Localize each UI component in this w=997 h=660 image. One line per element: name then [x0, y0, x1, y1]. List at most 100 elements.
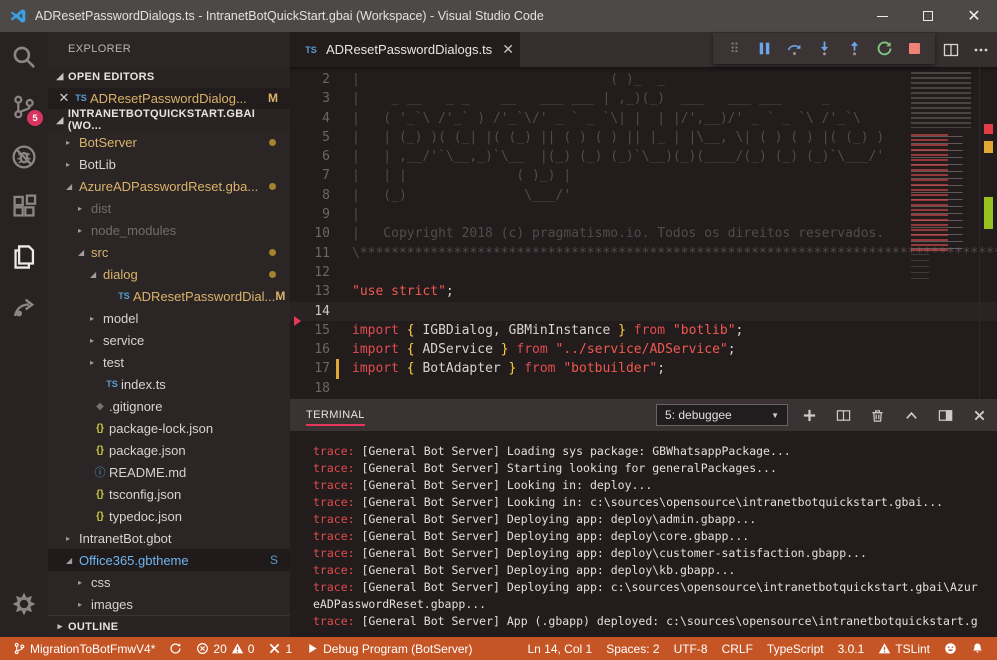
indentation-item[interactable]: Spaces: 2 — [599, 642, 666, 656]
tslint-item[interactable]: TSLint — [871, 642, 937, 656]
workspace-root-header[interactable]: ◢ INTRANETBOTQUICKSTART.GBAI (WO... — [48, 109, 290, 131]
close-panel-icon[interactable] — [972, 408, 987, 423]
line-number: 16 — [290, 340, 330, 359]
warning-icon — [878, 642, 891, 655]
line-number: 9 — [290, 205, 330, 224]
sync-item[interactable] — [162, 642, 189, 655]
close-editor-icon[interactable]: ✕ — [56, 91, 72, 106]
activitybar-search[interactable] — [0, 32, 48, 82]
chevron-collapsed-icon: ▸ — [52, 621, 68, 632]
close-button[interactable]: ✕ — [951, 0, 997, 32]
cursor-position-item[interactable]: Ln 14, Col 1 — [520, 642, 599, 656]
move-panel-icon[interactable] — [938, 408, 953, 423]
more-actions-icon[interactable] — [973, 42, 989, 58]
chevron-expanded-icon: ◢ — [78, 248, 91, 257]
new-terminal-icon[interactable] — [802, 408, 817, 423]
activitybar-source-control[interactable]: 5 — [0, 82, 48, 132]
code-line-14: 14 — [290, 302, 997, 321]
tree-item-css[interactable]: ▸css — [48, 571, 290, 593]
sync-icon — [169, 642, 182, 655]
chevron-collapsed-icon: ▸ — [66, 534, 79, 543]
chevron-collapsed-icon: ▸ — [90, 358, 103, 367]
git-branch-item[interactable]: MigrationToBotFmwV4* — [6, 642, 162, 656]
debug-stop-button[interactable] — [901, 36, 927, 62]
tree-item-test[interactable]: ▸test — [48, 351, 290, 373]
chevron-expanded-icon: ◢ — [52, 71, 68, 82]
debug-step-out-button[interactable] — [841, 36, 867, 62]
encoding-item[interactable]: UTF-8 — [667, 642, 715, 656]
tree-item-model[interactable]: ▸model — [48, 307, 290, 329]
activitybar-settings[interactable] — [0, 579, 48, 629]
activitybar-debug[interactable] — [0, 132, 48, 182]
ts-version-item[interactable]: 3.0.1 — [831, 642, 872, 656]
split-terminal-icon[interactable] — [836, 408, 851, 423]
file-status-badge: M — [275, 289, 285, 303]
tree-item-package-json[interactable]: {}package.json — [48, 439, 290, 461]
typescript-file-icon: TS — [72, 93, 90, 103]
terminal-instance-select[interactable]: 5: debuggee ▼ — [656, 404, 788, 426]
git-branch-icon — [13, 642, 26, 655]
feedback-item[interactable] — [937, 642, 964, 655]
tab-close-icon[interactable]: ✕ — [502, 42, 514, 58]
tree-item-node-modules[interactable]: ▸node_modules — [48, 219, 290, 241]
tree-item-gitignore[interactable]: ◆.gitignore — [48, 395, 290, 417]
open-editor-item[interactable]: ✕ TS ADResetPasswordDialog... M — [48, 88, 290, 110]
open-editors-header[interactable]: ◢ OPEN EDITORS — [48, 66, 290, 88]
source-control-badge: 5 — [27, 110, 43, 126]
tree-item-dialog[interactable]: ◢dialog — [48, 263, 290, 285]
tree-item-src[interactable]: ◢src — [48, 241, 290, 263]
maximize-button[interactable] — [905, 0, 951, 32]
debug-step-over-button[interactable] — [781, 36, 807, 62]
chevron-expanded-icon: ◢ — [66, 182, 79, 191]
tree-item-dist[interactable]: ▸dist — [48, 197, 290, 219]
modified-dot-badge — [269, 183, 276, 190]
select-caret-icon: ▼ — [771, 411, 779, 420]
eol-item[interactable]: CRLF — [715, 642, 760, 656]
activitybar-explorer[interactable] — [0, 232, 48, 282]
terminal-output[interactable]: trace: [General Bot Server] Loading sys … — [290, 431, 997, 637]
tree-item-images[interactable]: ▸images — [48, 593, 290, 615]
tree-item-service[interactable]: ▸service — [48, 329, 290, 351]
tab-adresetpassworddialogs[interactable]: TS ADResetPasswordDialogs.ts ✕ — [290, 32, 520, 67]
notifications-item[interactable] — [964, 642, 991, 655]
tree-item-tsconfig-json[interactable]: {}tsconfig.json — [48, 483, 290, 505]
problems-item[interactable]: 20 0 — [189, 642, 261, 656]
tree-item-index-ts[interactable]: TSindex.ts — [48, 373, 290, 395]
debug-toolbar-drag-handle[interactable]: ⠿ — [721, 36, 747, 62]
code-line-8: 8| (_) \___/' — [290, 186, 997, 205]
tree-item-readme-md[interactable]: ⓘREADME.md — [48, 461, 290, 483]
debug-pause-button[interactable] — [751, 36, 777, 62]
file-status-badge: S — [270, 553, 278, 567]
chevron-collapsed-icon: ▸ — [90, 314, 103, 323]
modified-dot-badge — [269, 139, 276, 146]
chevron-collapsed-icon: ▸ — [78, 204, 91, 213]
tree-item-label: BotLib — [79, 157, 116, 172]
debug-program-item[interactable]: Debug Program (BotServer) — [299, 642, 479, 656]
debug-step-into-button[interactable] — [811, 36, 837, 62]
split-editor-icon[interactable] — [943, 42, 959, 58]
activitybar-extensions[interactable] — [0, 182, 48, 232]
code-text: | ( '_`\ /'_` ) /'_`\/' _ ` _ `\| | | |/… — [339, 109, 861, 128]
tree-item-package-lock-json[interactable]: {}package-lock.json — [48, 417, 290, 439]
step-into-icon — [816, 40, 833, 57]
tasks-item[interactable]: 1 — [261, 642, 299, 656]
activitybar-share[interactable] — [0, 282, 48, 332]
language-mode-item[interactable]: TypeScript — [760, 642, 831, 656]
kill-terminal-icon[interactable] — [870, 408, 885, 423]
tree-item-botlib[interactable]: ▸BotLib — [48, 153, 290, 175]
outline-header[interactable]: ▸ OUTLINE — [48, 615, 290, 637]
tree-item-azureadpasswordreset-gba[interactable]: ◢AzureADPasswordReset.gba... — [48, 175, 290, 197]
minimap[interactable] — [905, 70, 977, 310]
minimize-button[interactable] — [859, 0, 905, 32]
code-editor[interactable]: 2| ( )_ _3| _ __ _ _ __ ___ ___ | ,_)(_)… — [290, 67, 997, 399]
terminal-line: trace: [General Bot Server] Loading sys … — [313, 443, 997, 460]
tree-item-intranetbot-gbot[interactable]: ▸IntranetBot.gbot — [48, 527, 290, 549]
tree-item-adresetpassworddial[interactable]: TSADResetPasswordDial...M — [48, 285, 290, 307]
debug-restart-button[interactable] — [871, 36, 897, 62]
tree-item-typedoc-json[interactable]: {}typedoc.json — [48, 505, 290, 527]
tree-item-botserver[interactable]: ▸BotServer — [48, 131, 290, 153]
terminal-tab[interactable]: TERMINAL — [306, 399, 365, 431]
maximize-panel-icon[interactable] — [904, 408, 919, 423]
title-bar: ADResetPasswordDialogs.ts - IntranetBotQ… — [0, 0, 997, 32]
tree-item-office365-gbtheme[interactable]: ◢Office365.gbthemeS — [48, 549, 290, 571]
